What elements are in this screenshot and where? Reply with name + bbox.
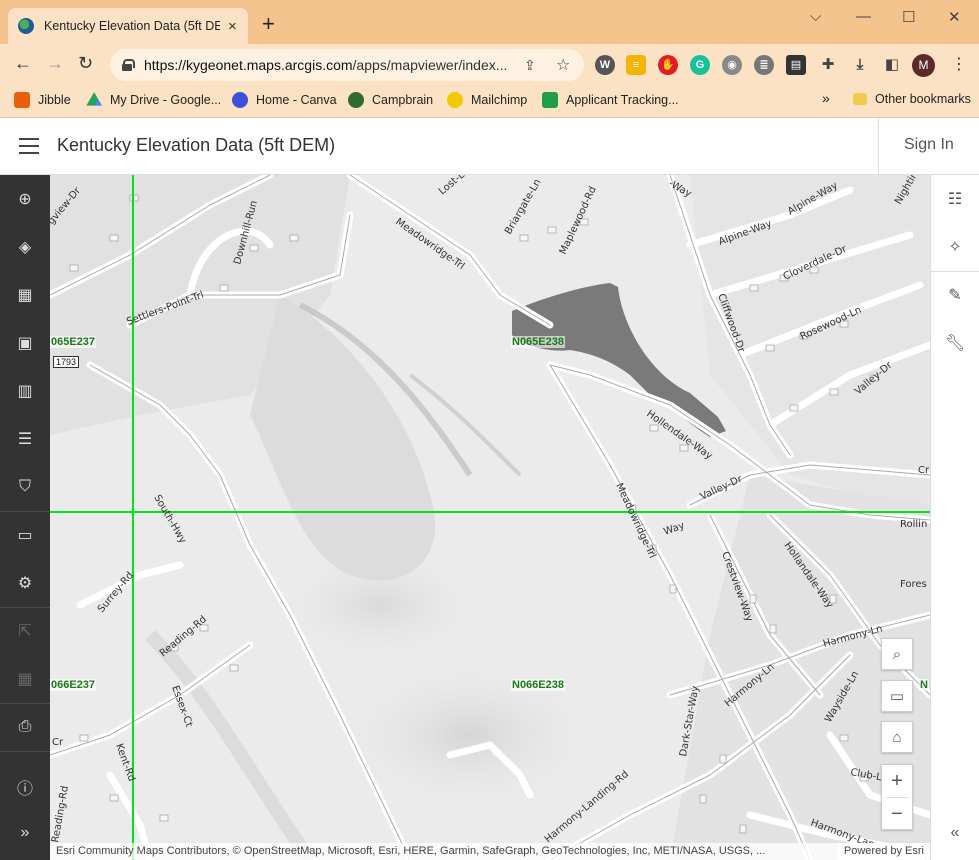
browser-menu-icon[interactable]: ⋮ bbox=[951, 54, 967, 74]
bookmark-mailchimp[interactable]: Mailchimp bbox=[447, 92, 527, 108]
tools-wrench-icon[interactable]: 🔧︎ bbox=[931, 327, 979, 359]
grid-label: N066E238 bbox=[511, 679, 565, 691]
table-icon[interactable]: ▦ bbox=[0, 279, 50, 311]
grid-label: N bbox=[919, 679, 929, 691]
zoom-controls: + − bbox=[881, 764, 913, 830]
new-tab-button[interactable]: + bbox=[262, 13, 275, 35]
list-icon[interactable]: ☰ bbox=[0, 423, 50, 455]
folder-icon[interactable]: ▭ bbox=[0, 519, 50, 551]
browser-tab[interactable]: Kentucky Elevation Data (5ft DEM × bbox=[8, 8, 248, 44]
collapse-panel-icon[interactable]: « bbox=[931, 817, 979, 849]
bookmark-icon[interactable]: ⛉ bbox=[0, 471, 50, 503]
share-icon[interactable]: ⇪ bbox=[524, 57, 536, 74]
close-tab-icon[interactable]: × bbox=[228, 18, 237, 35]
hamburger-menu-icon[interactable] bbox=[19, 138, 39, 154]
settings-gear-icon[interactable]: ⚙ bbox=[0, 567, 50, 599]
maximize-button[interactable]: ☐ bbox=[902, 8, 915, 26]
app-title: Kentucky Elevation Data (5ft DEM) bbox=[57, 135, 336, 155]
url-text: https://kygeonet.maps.arcgis.com/apps/ma… bbox=[144, 57, 508, 73]
add-layer-icon[interactable]: ⊕ bbox=[0, 183, 50, 215]
bookmark-canva[interactable]: Home - Canva bbox=[232, 92, 337, 108]
side-panel-icon[interactable]: ◧ bbox=[882, 55, 902, 75]
database-extension-icon[interactable]: ≣ bbox=[754, 55, 774, 75]
puzzle-extensions-icon[interactable]: ✚ bbox=[818, 55, 838, 75]
expand-rail-icon[interactable]: » bbox=[0, 817, 50, 849]
forward-button[interactable]: → bbox=[46, 53, 64, 74]
info-icon[interactable]: ⓘ bbox=[0, 771, 50, 803]
bookmark-my-drive[interactable]: My Drive - Google... bbox=[86, 92, 221, 108]
properties-sliders-icon[interactable]: ☷ bbox=[931, 183, 979, 215]
qr-legend-icon[interactable]: ▣ bbox=[0, 327, 50, 359]
bookmark-applicant-tracking[interactable]: Applicant Tracking... bbox=[542, 92, 679, 108]
road-label: Rollin bbox=[900, 519, 927, 530]
canva-icon bbox=[232, 92, 248, 108]
charts-icon[interactable]: ▥ bbox=[0, 375, 50, 407]
route-shield: 1793 bbox=[53, 356, 80, 368]
zoom-in-button[interactable]: + bbox=[882, 765, 912, 797]
sketch-icon[interactable]: ✎ bbox=[931, 279, 979, 311]
google-drive-icon bbox=[86, 92, 102, 106]
sign-in-button[interactable]: Sign In bbox=[904, 136, 954, 154]
mailchimp-icon bbox=[447, 92, 463, 108]
search-icon[interactable]: ⌕ bbox=[881, 638, 913, 670]
bookmark-star-icon[interactable]: ☆ bbox=[556, 55, 570, 75]
zoom-out-button[interactable]: − bbox=[882, 798, 912, 830]
powered-by-esri[interactable]: Powered by Esri bbox=[837, 843, 924, 860]
folder-icon bbox=[853, 93, 867, 105]
campbrain-icon bbox=[348, 92, 364, 108]
bookmarks-bar: Jibble My Drive - Google... Home - Canva… bbox=[0, 86, 979, 118]
effects-sparkle-icon[interactable]: ✧ bbox=[931, 231, 979, 263]
arcgis-favicon-icon bbox=[18, 18, 34, 34]
reload-button[interactable]: ↻ bbox=[78, 53, 93, 74]
extension-icon[interactable]: ≡ bbox=[626, 55, 646, 75]
monitor-icon[interactable]: ▭ bbox=[881, 680, 913, 712]
road-label: Cr bbox=[52, 737, 64, 748]
left-toolbar: ⊕ ◈ ▦ ▣ ▥ ☰ ⛉ ▭ ⚙ ⇱ ▦ ⎙ ⓘ » bbox=[0, 175, 50, 860]
grid-label: 065E237 bbox=[50, 336, 97, 348]
grid-label: N065E238 bbox=[511, 336, 565, 348]
close-window-button[interactable]: ✕ bbox=[948, 8, 961, 26]
road-label: Fores bbox=[900, 579, 927, 590]
home-icon[interactable]: ⌂ bbox=[881, 721, 913, 753]
other-bookmarks-folder[interactable]: Other bookmarks bbox=[853, 92, 971, 106]
right-toolbar: ☷ ✧ ✎ 🔧︎ « bbox=[930, 175, 979, 860]
stop-extension-icon[interactable]: ✋ bbox=[658, 55, 678, 75]
browser-toolbar: ← → ↻ https://kygeonet.maps.arcgis.com/a… bbox=[0, 44, 979, 86]
bookmarks-overflow-button[interactable]: » bbox=[822, 90, 830, 106]
address-bar[interactable]: https://kygeonet.maps.arcgis.com/apps/ma… bbox=[110, 49, 584, 81]
browser-tab-strip: Kentucky Elevation Data (5ft DEM × + ⌵ —… bbox=[0, 0, 979, 44]
bookmark-jibble[interactable]: Jibble bbox=[14, 92, 71, 108]
clipboard-extension-icon[interactable]: ▤ bbox=[786, 55, 806, 75]
jibble-icon bbox=[14, 92, 30, 108]
grammarly-icon[interactable]: G bbox=[690, 55, 710, 75]
map-attribution: Esri Community Maps Contributors, © Open… bbox=[50, 843, 930, 860]
app-header: Kentucky Elevation Data (5ft DEM) Sign I… bbox=[0, 118, 979, 175]
camera-extension-icon[interactable]: ◉ bbox=[722, 55, 742, 75]
lock-icon bbox=[122, 59, 135, 71]
minimize-button[interactable]: — bbox=[856, 8, 871, 25]
print-icon[interactable]: ⎙ bbox=[0, 711, 50, 743]
profile-avatar[interactable]: M bbox=[912, 54, 935, 77]
share-map-icon[interactable]: ⇱ bbox=[0, 615, 50, 647]
tab-title: Kentucky Elevation Data (5ft DEM bbox=[44, 19, 220, 33]
road-label: Cr bbox=[918, 465, 930, 476]
map-view[interactable]: Lost-L Briargate-Ln Maplewood-Rd Meadowr… bbox=[50, 175, 930, 860]
bookmark-campbrain[interactable]: Campbrain bbox=[348, 92, 433, 108]
hillshade-basemap: Lost-L Briargate-Ln Maplewood-Rd Meadowr… bbox=[50, 175, 930, 860]
layers-icon[interactable]: ◈ bbox=[0, 231, 50, 263]
download-icon[interactable]: ⤓ bbox=[850, 55, 870, 75]
apps-grid-icon[interactable]: ▦ bbox=[0, 663, 50, 695]
grid-label: 066E237 bbox=[50, 679, 97, 691]
tab-search-icon[interactable]: ⌵ bbox=[810, 8, 821, 25]
applicant-tracking-icon bbox=[542, 92, 558, 108]
wikiwand-extension-icon[interactable]: W bbox=[595, 55, 615, 75]
back-button[interactable]: ← bbox=[14, 53, 32, 74]
